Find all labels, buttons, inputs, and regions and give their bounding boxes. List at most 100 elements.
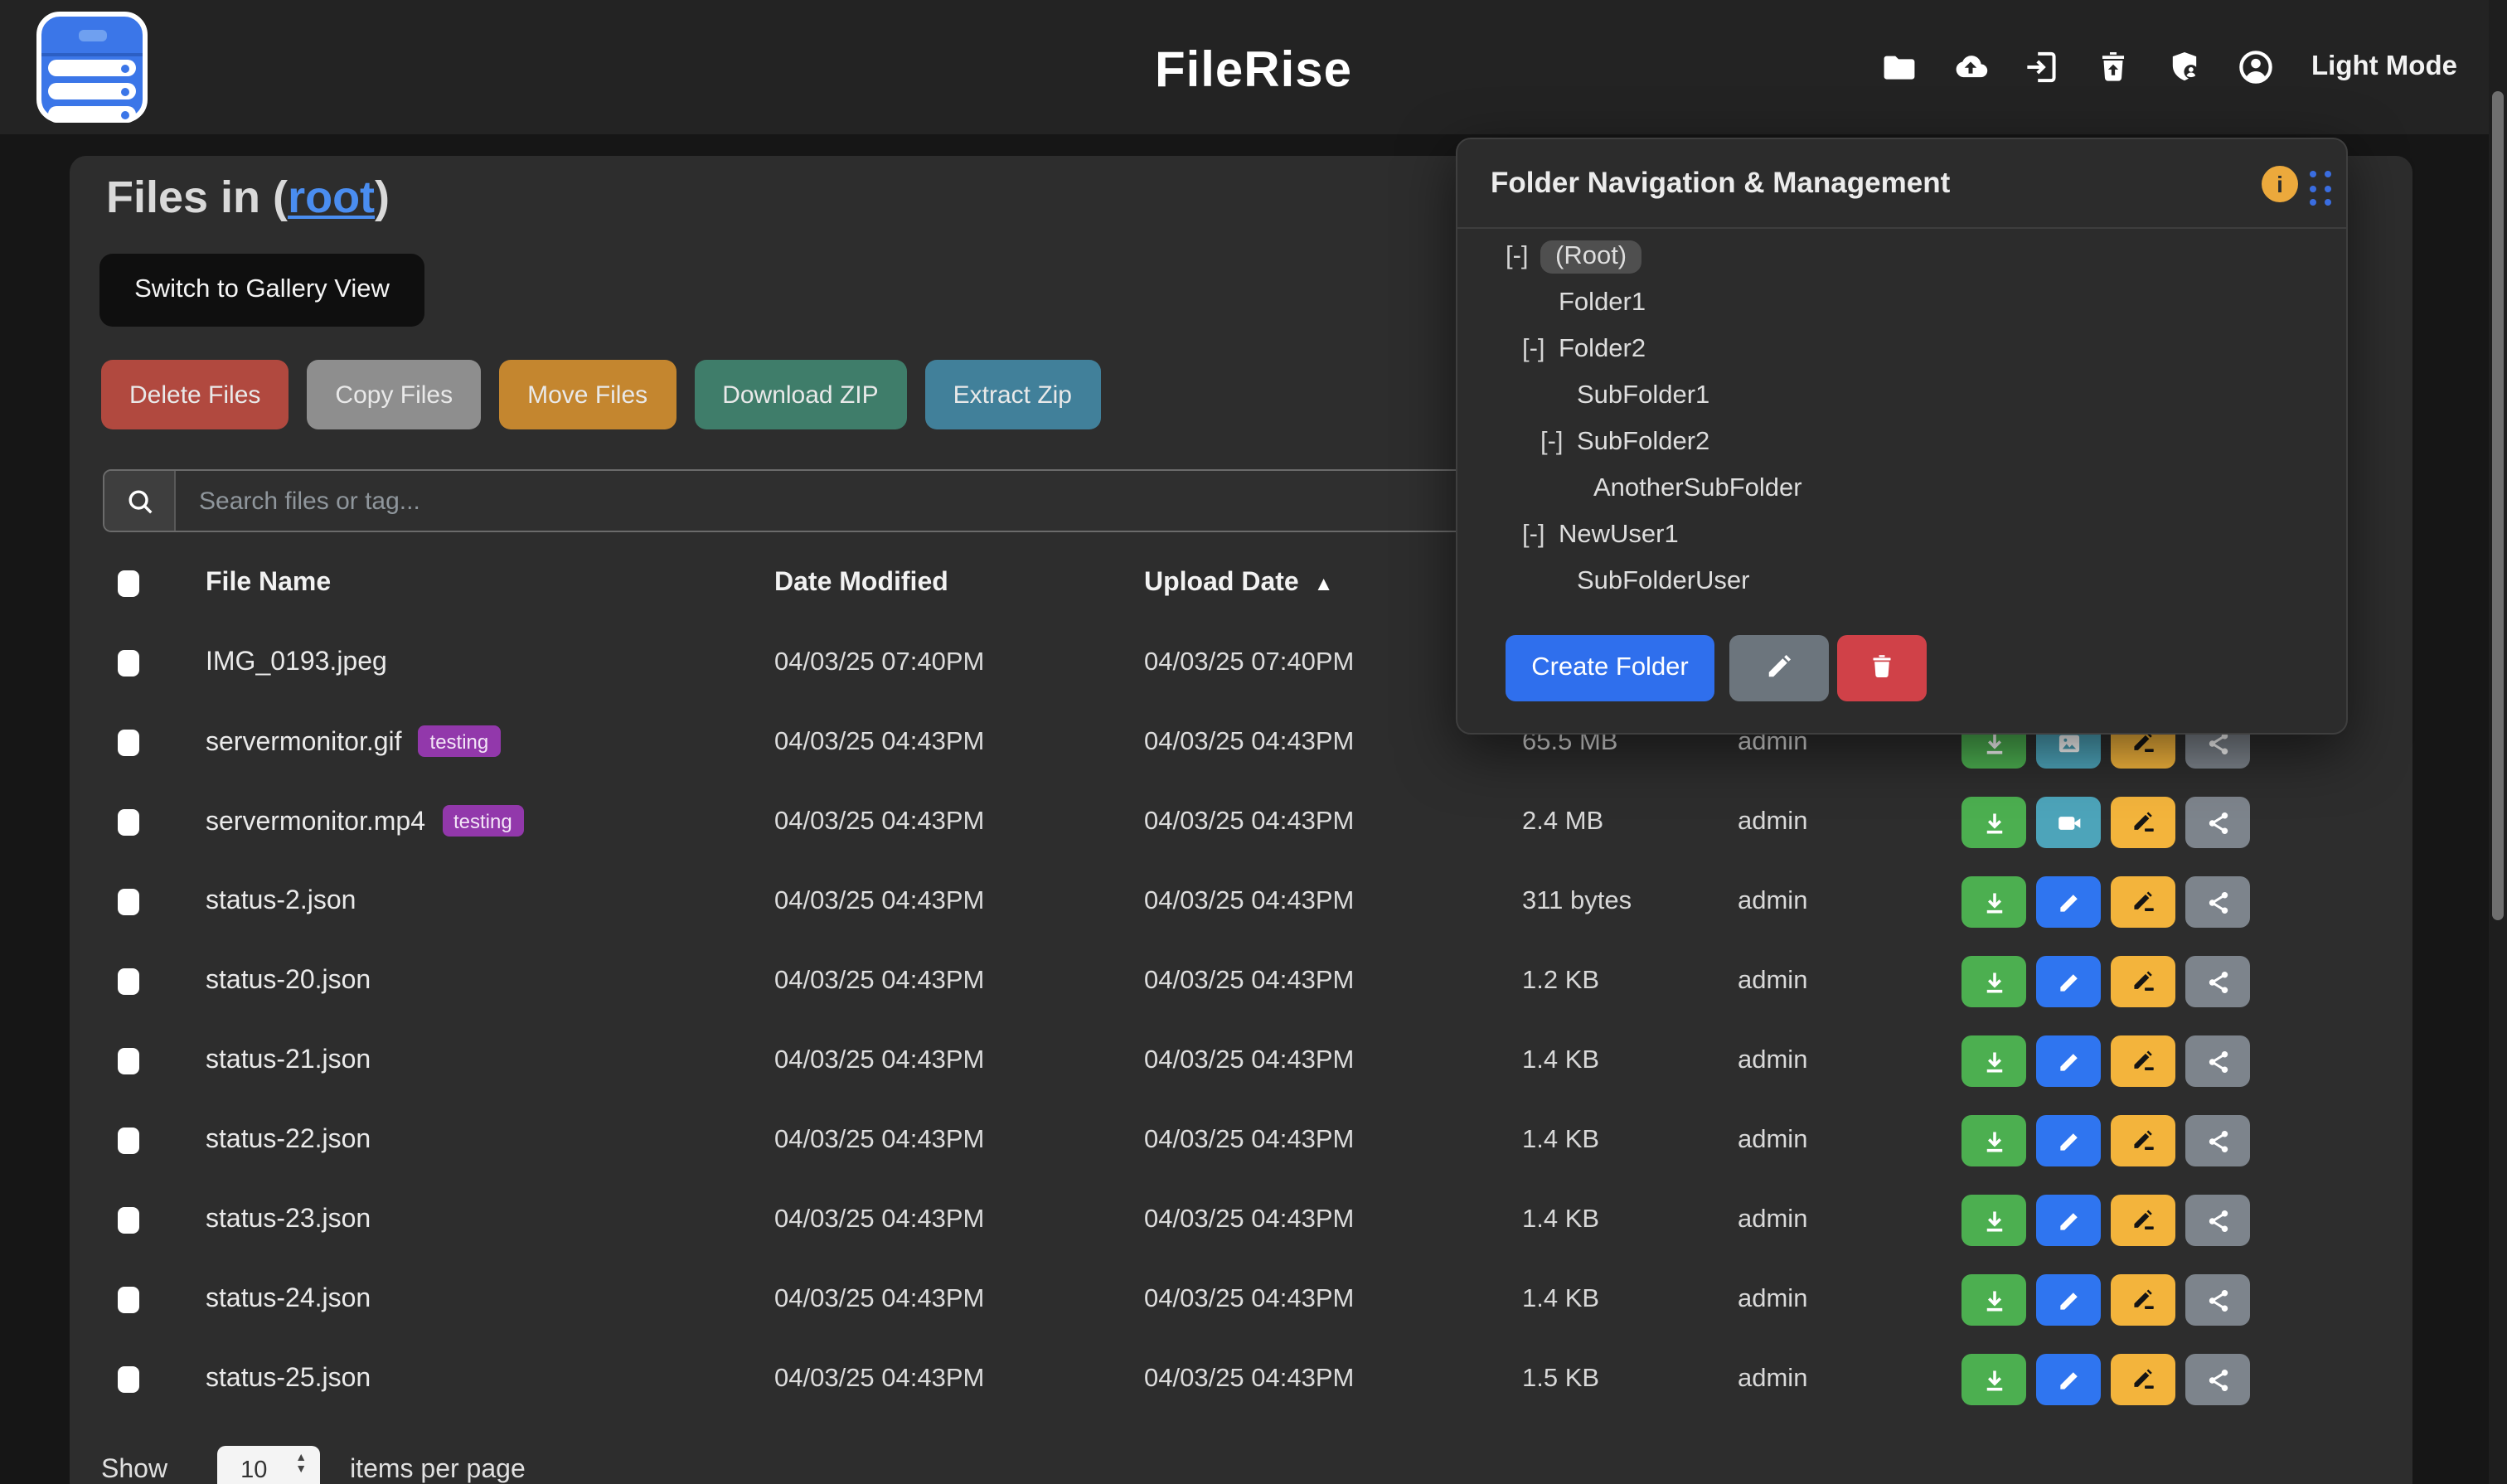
row-download-button[interactable]: [1961, 956, 2026, 1007]
row-checkbox[interactable]: [118, 730, 139, 756]
row-download-button[interactable]: [1961, 797, 2026, 848]
row-download-button[interactable]: [1961, 1195, 2026, 1246]
row-rename-button[interactable]: [2111, 1195, 2175, 1246]
tree-collapse-toggle[interactable]: [-]: [1506, 242, 1542, 272]
row-download-button[interactable]: [1961, 1274, 2026, 1326]
folder-tree-item[interactable]: [-]NewUser1: [1457, 512, 2346, 559]
file-size: 1.5 KB: [1522, 1365, 1599, 1394]
row-share-button[interactable]: [2185, 797, 2250, 848]
create-folder-button[interactable]: Create Folder: [1506, 635, 1714, 701]
folder-tree-item[interactable]: [-](Root): [1457, 234, 2346, 280]
account-circle-icon[interactable]: [2235, 47, 2275, 87]
row-checkbox[interactable]: [118, 1287, 139, 1313]
cloud-upload-icon[interactable]: [1950, 47, 1990, 87]
move-files-button[interactable]: Move Files: [499, 360, 676, 429]
row-share-button[interactable]: [2185, 956, 2250, 1007]
row-checkbox[interactable]: [118, 1207, 139, 1234]
restore-trash-icon[interactable]: [2092, 47, 2132, 87]
row-download-button[interactable]: [1961, 1035, 2026, 1087]
folder-tree-item[interactable]: [-]SubFolder2: [1457, 419, 2346, 466]
folder-tree-item[interactable]: SubFolderUser: [1457, 559, 2346, 605]
row-edit-button[interactable]: [2036, 1195, 2101, 1246]
folder-tree-item[interactable]: Folder1: [1457, 280, 2346, 327]
tree-collapse-toggle[interactable]: [-]: [1522, 521, 1559, 550]
uploader: admin: [1738, 1365, 1807, 1394]
row-rename-button[interactable]: [2111, 1035, 2175, 1087]
row-download-button[interactable]: [1961, 1115, 2026, 1166]
tree-collapse-toggle[interactable]: [-]: [1522, 335, 1559, 365]
folder-panel-buttons: Create Folder: [1506, 635, 1927, 701]
search-input[interactable]: [176, 471, 1487, 531]
sort-ascending-icon: ▲: [1314, 572, 1334, 595]
row-checkbox[interactable]: [118, 1048, 139, 1074]
column-header-upload-date[interactable]: Upload Date▲: [1144, 569, 1333, 599]
row-download-button[interactable]: [1961, 876, 2026, 928]
row-checkbox[interactable]: [118, 1128, 139, 1154]
folder-tree-item[interactable]: SubFolder1: [1457, 373, 2346, 419]
show-label: Show: [101, 1456, 167, 1484]
file-size: 1.4 KB: [1522, 1285, 1599, 1315]
switch-gallery-view-button[interactable]: Switch to Gallery View: [99, 254, 424, 327]
file-size: 311 bytes: [1522, 887, 1632, 917]
row-checkbox[interactable]: [118, 809, 139, 836]
delete-folder-button[interactable]: [1837, 635, 1927, 701]
select-all-checkbox[interactable]: [118, 570, 139, 597]
file-size: 1.4 KB: [1522, 1126, 1599, 1156]
row-edit-button[interactable]: [2036, 1115, 2101, 1166]
file-name: IMG_0193.jpeg: [206, 648, 387, 678]
row-rename-button[interactable]: [2111, 956, 2175, 1007]
row-edit-button[interactable]: [2036, 1274, 2101, 1326]
row-share-button[interactable]: [2185, 1035, 2250, 1087]
row-actions: [1961, 1035, 2250, 1087]
delete-files-button[interactable]: Delete Files: [101, 360, 289, 429]
row-checkbox[interactable]: [118, 1366, 139, 1393]
upload-date: 04/03/25 04:43PM: [1144, 887, 1354, 917]
row-edit-button[interactable]: [2036, 956, 2101, 1007]
extract-zip-button[interactable]: Extract Zip: [925, 360, 1100, 429]
folder-tree-item[interactable]: AnotherSubFolder: [1457, 466, 2346, 512]
row-share-button[interactable]: [2185, 1115, 2250, 1166]
folder-label: AnotherSubFolder: [1593, 474, 1802, 504]
folder-tree: [-](Root)Folder1[-]Folder2SubFolder1[-]S…: [1457, 234, 2346, 605]
admin-shield-icon[interactable]: [2164, 47, 2204, 87]
column-header-file-name[interactable]: File Name: [206, 569, 331, 599]
table-row: status-25.json04/03/25 04:43PM04/03/25 0…: [70, 1340, 2412, 1419]
row-download-button[interactable]: [1961, 1354, 2026, 1405]
root-link[interactable]: root: [288, 172, 375, 222]
row-edit-button[interactable]: [2036, 1035, 2101, 1087]
logout-icon[interactable]: [2021, 47, 2061, 87]
row-video-button[interactable]: [2036, 797, 2101, 848]
row-checkbox[interactable]: [118, 650, 139, 677]
theme-toggle[interactable]: Light Mode: [2311, 51, 2457, 83]
row-rename-button[interactable]: [2111, 1115, 2175, 1166]
download-zip-button[interactable]: Download ZIP: [694, 360, 906, 429]
row-share-button[interactable]: [2185, 1195, 2250, 1246]
row-rename-button[interactable]: [2111, 797, 2175, 848]
scrollbar-thumb[interactable]: [2491, 91, 2503, 920]
tree-collapse-toggle[interactable]: [-]: [1540, 428, 1577, 458]
rename-folder-button[interactable]: [1729, 635, 1829, 701]
row-share-button[interactable]: [2185, 876, 2250, 928]
row-rename-button[interactable]: [2111, 1354, 2175, 1405]
row-rename-button[interactable]: [2111, 1274, 2175, 1326]
date-modified: 04/03/25 04:43PM: [774, 728, 984, 758]
copy-files-button[interactable]: Copy Files: [307, 360, 481, 429]
date-modified: 04/03/25 04:43PM: [774, 1285, 984, 1315]
table-row: servermonitor.mp4testing04/03/25 04:43PM…: [70, 783, 2412, 862]
row-edit-button[interactable]: [2036, 876, 2101, 928]
table-row: status-20.json04/03/25 04:43PM04/03/25 0…: [70, 942, 2412, 1021]
file-tag-badge: testing: [442, 805, 524, 837]
folder-tree-item[interactable]: [-]Folder2: [1457, 327, 2346, 373]
folder-icon[interactable]: [1879, 47, 1918, 87]
info-icon[interactable]: i: [2262, 165, 2298, 201]
row-checkbox[interactable]: [118, 889, 139, 915]
drag-handle-icon[interactable]: [2310, 171, 2330, 206]
page-size-select[interactable]: 10 ▲▼: [217, 1446, 320, 1484]
pencil-icon: [1764, 651, 1794, 686]
row-checkbox[interactable]: [118, 968, 139, 995]
row-rename-button[interactable]: [2111, 876, 2175, 928]
column-header-date-modified[interactable]: Date Modified: [774, 569, 948, 599]
row-share-button[interactable]: [2185, 1274, 2250, 1326]
row-edit-button[interactable]: [2036, 1354, 2101, 1405]
row-share-button[interactable]: [2185, 1354, 2250, 1405]
